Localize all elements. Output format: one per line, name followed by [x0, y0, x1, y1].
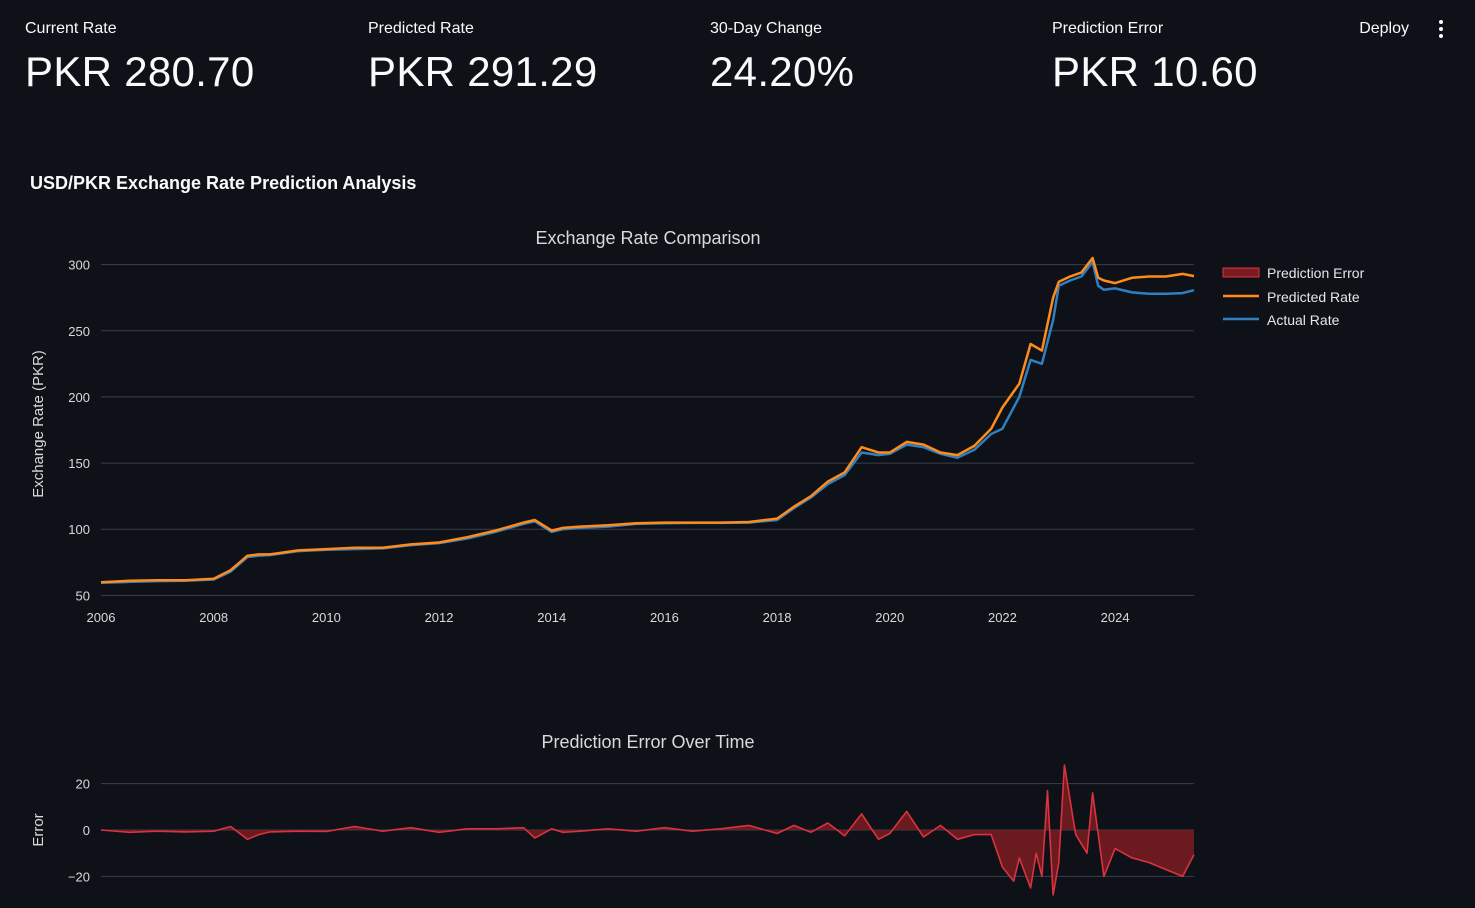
- error-area: [100, 764, 1195, 896]
- y-tick-label: 100: [68, 522, 90, 537]
- series-line-predicted-rate: [100, 256, 1195, 584]
- legend-label-actual: Actual Rate: [1267, 312, 1340, 328]
- x-tick-labels: 2006 2008 2010 2012 2014 2016 2018 2020 2022 2024: [87, 610, 1130, 625]
- y-tick-label: 250: [68, 324, 90, 339]
- chart-title: Exchange Rate Comparison: [535, 228, 760, 248]
- y-axis-label: Error: [30, 813, 47, 846]
- x-tick-label: 2006: [87, 610, 116, 625]
- legend-label-prediction-error: Prediction Error: [1267, 265, 1365, 281]
- x-tick-label: 2016: [650, 610, 679, 625]
- chart-title: Prediction Error Over Time: [541, 732, 754, 752]
- series-lines: [100, 256, 1195, 585]
- y-tick-label: 300: [68, 258, 90, 273]
- x-tick-label: 2024: [1101, 610, 1130, 625]
- legend-label-predicted: Predicted Rate: [1267, 289, 1360, 305]
- legend[interactable]: Prediction Error Predicted Rate Actual R…: [1222, 265, 1365, 328]
- y-tick-labels: −20 0 20: [68, 777, 90, 885]
- exchange-rate-chart: Exchange Rate Comparison 50 100 150 200 250 3…: [30, 228, 1365, 625]
- x-tick-label: 2012: [425, 610, 454, 625]
- x-tick-label: 2018: [763, 610, 792, 625]
- x-tick-label: 2008: [199, 610, 228, 625]
- y-grid: [101, 264, 1194, 596]
- x-tick-label: 2022: [988, 610, 1017, 625]
- x-tick-label: 2020: [875, 610, 904, 625]
- y-tick-label: 150: [68, 456, 90, 471]
- x-tick-label: 2014: [537, 610, 566, 625]
- series-line-actual-rate: [100, 260, 1195, 585]
- charts-svg: Exchange Rate Comparison 501001502002503…: [30, 228, 1365, 896]
- y-tick-label: 200: [68, 390, 90, 405]
- y-tick-label: −20: [68, 869, 90, 884]
- y-tick-label: 50: [76, 588, 90, 603]
- y-tick-labels: 50 100 150 200 250 300: [68, 258, 90, 604]
- y-axis-label: Exchange Rate (PKR): [30, 350, 47, 498]
- y-tick-label: 20: [76, 777, 90, 792]
- y-tick-label: 0: [83, 823, 90, 838]
- x-tick-label: 2010: [312, 610, 341, 625]
- prediction-error-chart: Prediction Error Over Time −20 0 20 Error: [30, 732, 1195, 896]
- legend-swatch-prediction-error: [1222, 267, 1260, 278]
